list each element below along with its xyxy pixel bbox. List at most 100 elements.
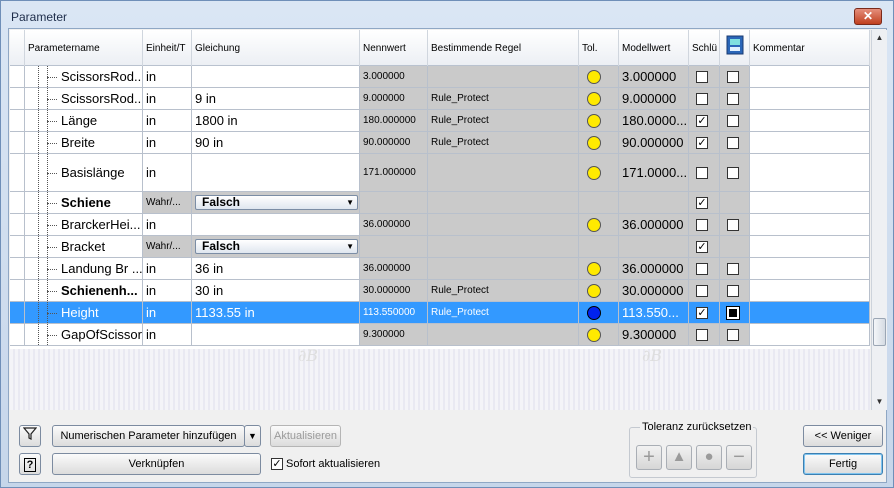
table-row[interactable]: Height in 1133.55 in 113.550000 Rule_Protect… [10, 302, 870, 324]
export-cell[interactable] [720, 324, 750, 345]
key-cell[interactable] [689, 88, 720, 109]
comment-cell[interactable] [750, 302, 870, 323]
header-key[interactable]: Schlü [689, 30, 720, 66]
equation-cell[interactable]: 9 in [192, 88, 360, 109]
key-checkbox[interactable]: ✓ [696, 196, 708, 209]
export-checkbox[interactable] [727, 218, 739, 231]
key-checkbox[interactable] [696, 70, 708, 83]
export-cell[interactable] [720, 302, 750, 323]
scroll-down-icon[interactable]: ▼ [872, 394, 887, 410]
comment-cell[interactable] [750, 110, 870, 131]
comment-cell[interactable] [750, 154, 870, 191]
comment-cell[interactable] [750, 324, 870, 345]
header-equation[interactable]: Gleichung [192, 30, 360, 66]
table-row[interactable]: BrarckerHei... in 36.000000 36.000000 [10, 214, 870, 236]
table-row[interactable]: ScissorsRod... in 9 in 9.000000 Rule_Protect… [10, 88, 870, 110]
export-checkbox[interactable] [727, 70, 739, 83]
tolerance-median-button[interactable]: ● [696, 445, 722, 470]
done-button[interactable]: Fertig [803, 453, 883, 475]
equation-cell[interactable]: Falsch ▼ [192, 236, 360, 257]
tolerance-lower-button[interactable]: − [726, 445, 752, 470]
export-cell[interactable] [720, 258, 750, 279]
key-cell[interactable]: ✓ [689, 192, 720, 213]
equation-cell[interactable]: 1800 in [192, 110, 360, 131]
less-button[interactable]: << Weniger [803, 425, 883, 447]
export-checkbox[interactable] [726, 305, 740, 320]
export-cell[interactable] [720, 236, 750, 257]
comment-cell[interactable] [750, 66, 870, 87]
key-checkbox[interactable] [696, 166, 708, 179]
tolerance-triangle-button[interactable]: ▲ [666, 445, 692, 470]
key-cell[interactable] [689, 66, 720, 87]
header-tolerance[interactable]: Tol. [579, 30, 619, 66]
table-row[interactable]: Länge in 1800 in 180.000000 Rule_Protect 180.… [10, 110, 870, 132]
export-cell[interactable] [720, 66, 750, 87]
unit-cell[interactable]: in [143, 214, 192, 235]
comment-cell[interactable] [750, 88, 870, 109]
key-checkbox[interactable]: ✓ [696, 136, 708, 149]
unit-cell[interactable]: Wahr/... [143, 192, 192, 213]
header-model-value[interactable]: Modellwert [619, 30, 689, 66]
export-cell[interactable] [720, 132, 750, 153]
export-checkbox[interactable] [727, 328, 739, 341]
comment-cell[interactable] [750, 258, 870, 279]
tolerance-upper-button[interactable]: + [636, 445, 662, 470]
export-cell[interactable] [720, 154, 750, 191]
key-cell[interactable] [689, 258, 720, 279]
export-cell[interactable] [720, 88, 750, 109]
table-row[interactable]: Basislänge in 171.000000 171.0000... [10, 154, 870, 192]
table-row[interactable]: Bracket Wahr/... Falsch ▼ ✓ [10, 236, 870, 258]
unit-cell[interactable]: in [143, 258, 192, 279]
export-cell[interactable] [720, 214, 750, 235]
equation-cell[interactable]: 1133.55 in [192, 302, 360, 323]
key-checkbox[interactable] [696, 92, 708, 105]
equation-cell[interactable]: 90 in [192, 132, 360, 153]
auto-update-checkbox[interactable]: ✓ [271, 458, 283, 470]
header-parametername[interactable]: Parametername [25, 30, 143, 66]
close-button[interactable]: ✕ [854, 8, 882, 25]
key-cell[interactable] [689, 324, 720, 345]
unit-cell[interactable]: in [143, 154, 192, 191]
table-row[interactable]: ScissorsRod... in 3.000000 3.000000 [10, 66, 870, 88]
boolean-dropdown[interactable]: Falsch ▼ [195, 195, 358, 210]
title-bar[interactable]: Parameter ✕ [1, 1, 893, 27]
scroll-thumb[interactable] [873, 318, 886, 346]
equation-cell[interactable] [192, 214, 360, 235]
unit-cell[interactable]: in [143, 66, 192, 87]
add-parameter-dropdown-button[interactable]: ▼ [244, 425, 261, 447]
comment-cell[interactable] [750, 132, 870, 153]
key-checkbox[interactable] [696, 218, 708, 231]
help-button[interactable]: ? [19, 453, 41, 475]
unit-cell[interactable]: in [143, 110, 192, 131]
export-checkbox[interactable] [727, 136, 739, 149]
equation-cell[interactable]: 36 in [192, 258, 360, 279]
scroll-up-icon[interactable]: ▲ [872, 30, 887, 46]
key-checkbox[interactable]: ✓ [696, 240, 708, 253]
key-checkbox[interactable] [696, 284, 708, 297]
export-checkbox[interactable] [727, 262, 739, 275]
key-cell[interactable] [689, 280, 720, 301]
key-checkbox[interactable]: ✓ [696, 306, 708, 319]
header-export[interactable] [720, 30, 750, 66]
unit-cell[interactable]: in [143, 324, 192, 345]
key-cell[interactable]: ✓ [689, 236, 720, 257]
table-row[interactable]: Schiene Wahr/... Falsch ▼ ✓ [10, 192, 870, 214]
key-checkbox[interactable] [696, 262, 708, 275]
export-checkbox[interactable] [727, 284, 739, 297]
unit-cell[interactable]: Wahr/... [143, 236, 192, 257]
boolean-dropdown[interactable]: Falsch ▼ [195, 239, 358, 254]
table-row[interactable]: GapOfScissors in 9.300000 9.300000 [10, 324, 870, 346]
equation-cell[interactable]: 30 in [192, 280, 360, 301]
unit-cell[interactable]: in [143, 280, 192, 301]
export-checkbox[interactable] [727, 92, 739, 105]
comment-cell[interactable] [750, 236, 870, 257]
link-button[interactable]: Verknüpfen [52, 453, 261, 475]
key-checkbox[interactable]: ✓ [696, 114, 708, 127]
header-nominal[interactable]: Nennwert [360, 30, 428, 66]
header-comment[interactable]: Kommentar [750, 30, 870, 66]
header-rule[interactable]: Bestimmende Regel [428, 30, 579, 66]
export-checkbox[interactable] [727, 114, 739, 127]
comment-cell[interactable] [750, 280, 870, 301]
unit-cell[interactable]: in [143, 88, 192, 109]
table-row[interactable]: Breite in 90 in 90.000000 Rule_Protect 90.000… [10, 132, 870, 154]
